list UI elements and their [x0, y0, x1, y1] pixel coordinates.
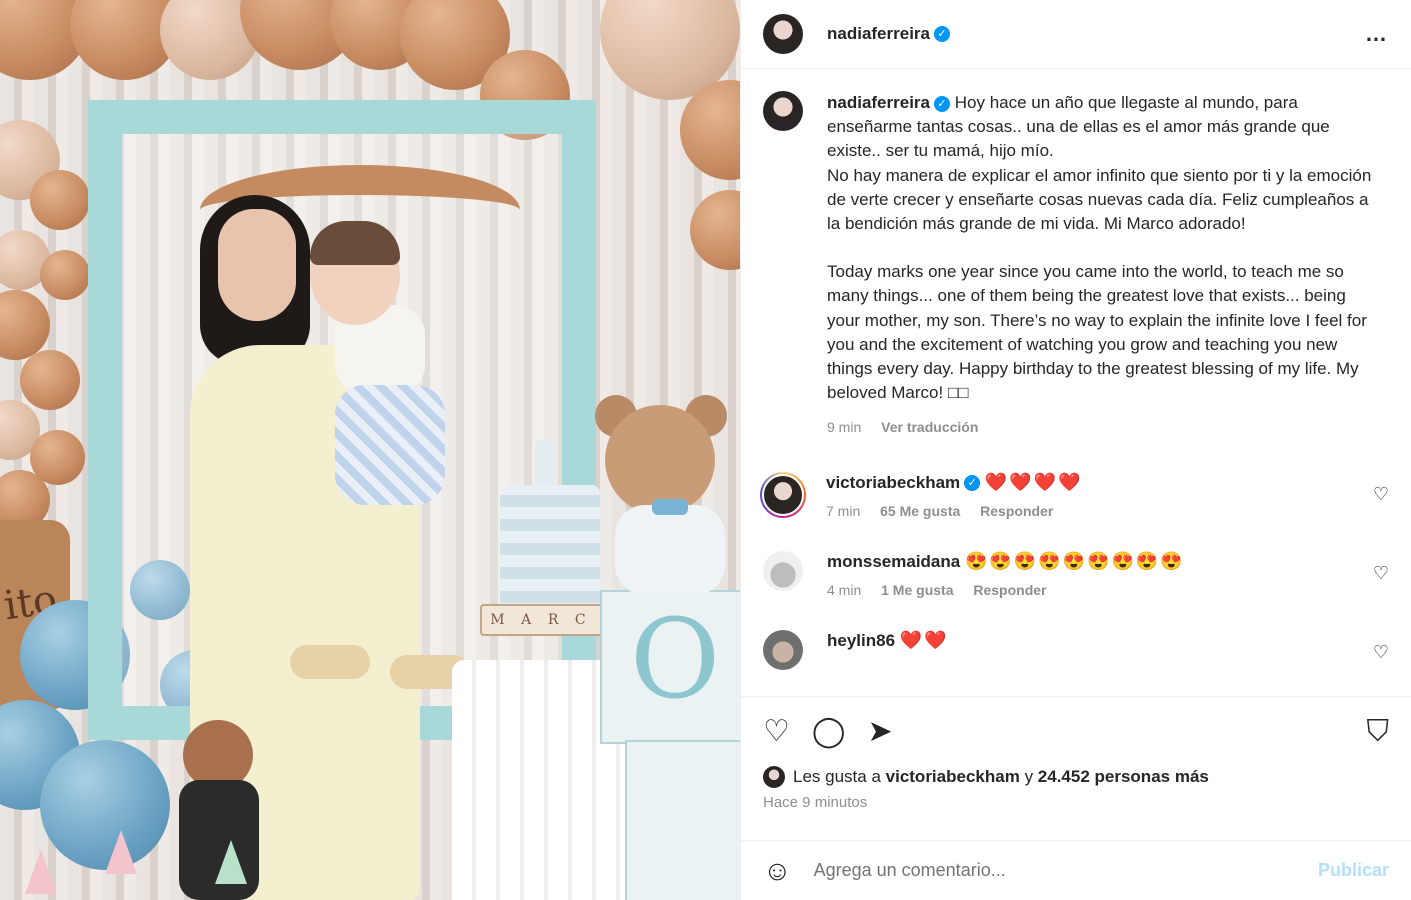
comment-icon[interactable]: ◯ — [812, 716, 846, 747]
action-bar: ♡ ◯ ➤ ⛉ — [741, 696, 1411, 766]
caption-time[interactable]: 9 min — [827, 419, 861, 435]
bear-body — [615, 505, 725, 595]
caption-row: nadiaferreira ✓ Hoy hace un año que llega… — [763, 91, 1389, 440]
comment-username[interactable]: victoriabeckham — [826, 473, 960, 492]
party-hat — [105, 830, 137, 874]
comment-line: monssemaidana 😍😍😍😍😍😍😍😍😍 — [827, 551, 1185, 572]
post-sidebar: nadiaferreira ✓ … nadiaferreira ✓ Hoy hac… — [740, 0, 1411, 900]
reply-button[interactable]: Responder — [980, 503, 1053, 519]
tag-letter: M — [490, 612, 505, 628]
comment-input[interactable] — [811, 859, 1318, 882]
comment-body: heylin86 ❤️❤️ — [827, 630, 949, 651]
baby-shoe — [290, 645, 370, 679]
translate-link[interactable]: Ver traducción — [881, 419, 978, 435]
comment-line: victoriabeckham ✓ ❤️❤️❤️❤️ — [826, 472, 1083, 493]
caption-text-en: Today marks one year since you came into… — [827, 262, 1372, 403]
tag-letter: A — [521, 612, 532, 628]
verified-badge-icon: ✓ — [964, 475, 981, 492]
avatar[interactable] — [762, 473, 804, 516]
comments-scroll[interactable]: nadiaferreira ✓ Hoy hace un año que llega… — [741, 69, 1411, 696]
comment-item: heylin86 ❤️❤️ ♡ — [763, 629, 1389, 670]
caption-meta: 9 min Ver traducción — [827, 415, 1372, 439]
share-icon[interactable]: ➤ — [867, 716, 892, 747]
comment-text: ❤️❤️❤️❤️ — [984, 471, 1083, 492]
comment-item: victoriabeckham ✓ ❤️❤️❤️❤️ 7 min 65 Me gu… — [760, 471, 1389, 519]
comment-like-icon[interactable]: ♡ — [1373, 642, 1389, 663]
likes-prefix: Les gusta a — [793, 767, 881, 786]
likes-summary: Les gusta a victoriabeckham y 24.452 per… — [741, 766, 1411, 788]
avatar[interactable] — [763, 91, 803, 131]
party-hat — [215, 840, 247, 884]
teddy-bear-cutout — [590, 395, 740, 605]
woman-face — [218, 209, 296, 321]
comment-username[interactable]: heylin86 — [827, 631, 895, 650]
tag-letter: C — [574, 612, 586, 628]
post-header: nadiaferreira ✓ … — [741, 0, 1411, 69]
comment-body: victoriabeckham ✓ ❤️❤️❤️❤️ 7 min 65 Me gu… — [826, 472, 1083, 519]
letter-block: O — [600, 590, 740, 744]
balloon — [30, 170, 90, 230]
tag-letter: R — [547, 612, 559, 628]
bookmark-icon[interactable]: ⛉ — [1367, 716, 1390, 747]
caption-text-es: Hoy hace un año que llegaste al mundo, p… — [827, 93, 1372, 234]
avatar[interactable] — [763, 629, 803, 670]
baby-hair — [310, 221, 400, 265]
comment-likes[interactable]: 1 Me gusta — [881, 582, 953, 598]
comment-meta: 7 min 65 Me gusta Responder — [826, 503, 1083, 519]
reply-button[interactable]: Responder — [973, 582, 1046, 598]
likes-joiner: y — [1024, 767, 1034, 786]
baby-shorts — [335, 385, 445, 505]
post-photo[interactable]: ito M A R C O — [0, 0, 740, 900]
caption-end-glyphs: □□ — [947, 383, 969, 403]
comment-text: 😍😍😍😍😍😍😍😍😍 — [964, 550, 1185, 571]
block-letter: O — [630, 595, 721, 723]
verified-badge-icon: ✓ — [934, 26, 950, 42]
story-ring[interactable] — [760, 471, 806, 518]
comment-text: ❤️❤️ — [899, 629, 949, 650]
comment-composer: ☺ Publicar — [741, 840, 1411, 900]
comment-like-icon[interactable]: ♡ — [1373, 484, 1389, 505]
balloon — [20, 350, 80, 410]
publish-button[interactable]: Publicar — [1318, 860, 1389, 881]
baby — [290, 221, 470, 695]
header-username[interactable]: nadiaferreira — [827, 24, 930, 44]
caption-username[interactable]: nadiaferreira — [827, 93, 930, 112]
cake-topper-one — [535, 440, 555, 488]
caption-body: nadiaferreira ✓ Hoy hace un año que llega… — [827, 91, 1372, 236]
comment-body: monssemaidana 😍😍😍😍😍😍😍😍😍 4 min 1 Me gusta… — [827, 551, 1185, 598]
letter-block — [625, 740, 740, 900]
comment-item: monssemaidana 😍😍😍😍😍😍😍😍😍 4 min 1 Me gusta… — [763, 550, 1389, 598]
like-icon[interactable]: ♡ — [763, 716, 790, 747]
comment-meta: 4 min 1 Me gusta Responder — [827, 582, 1185, 598]
comment-like-icon[interactable]: ♡ — [1373, 563, 1389, 584]
caption: nadiaferreira ✓ Hoy hace un año que llega… — [827, 91, 1372, 440]
comment-line: heylin86 ❤️❤️ — [827, 630, 949, 651]
avatar[interactable] — [763, 766, 785, 788]
verified-badge-icon: ✓ — [934, 95, 950, 112]
more-options-icon[interactable]: … — [1365, 21, 1389, 47]
post-timestamp[interactable]: Hace 9 minutos — [741, 788, 1411, 828]
party-hat — [25, 850, 57, 894]
emoji-icon[interactable]: ☺ — [763, 855, 792, 887]
bear-bowtie — [652, 499, 688, 515]
balloon — [40, 250, 90, 300]
likes-user[interactable]: victoriabeckham — [886, 767, 1020, 787]
comment-time[interactable]: 7 min — [826, 503, 860, 519]
comment-likes[interactable]: 65 Me gusta — [880, 503, 960, 519]
likes-others[interactable]: 24.452 personas más — [1038, 767, 1209, 787]
comment-time[interactable]: 4 min — [827, 582, 861, 598]
caption-body-en: Today marks one year since you came into… — [827, 260, 1372, 405]
avatar[interactable] — [763, 14, 803, 54]
birthday-cake — [500, 485, 600, 615]
comment-username[interactable]: monssemaidana — [827, 552, 960, 571]
avatar[interactable] — [763, 550, 803, 591]
